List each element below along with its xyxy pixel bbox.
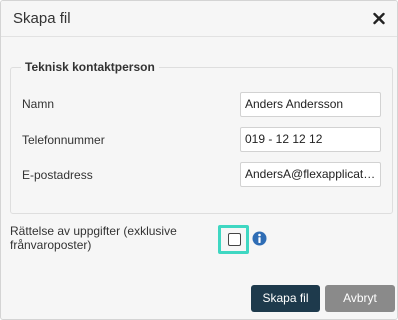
- email-label: E-postadress: [22, 168, 93, 182]
- technical-contact-fieldset: Teknisk kontaktperson Namn Anders Anders…: [10, 60, 393, 214]
- name-label: Namn: [22, 97, 55, 111]
- dialog-title: Skapa fil: [13, 10, 71, 27]
- correction-label: Rättelse av uppgifter (exklusive frånvar…: [10, 224, 177, 252]
- email-input[interactable]: AndersA@flexapplications.se: [240, 162, 381, 187]
- correction-checkbox-focus: [218, 225, 249, 254]
- close-icon[interactable]: [371, 8, 387, 28]
- phone-input[interactable]: 019 - 12 12 12: [240, 127, 381, 152]
- create-file-dialog: Skapa fil Teknisk kontaktperson Namn And…: [0, 0, 398, 320]
- technical-contact-legend: Teknisk kontaktperson: [21, 60, 159, 74]
- cancel-button[interactable]: Avbryt: [325, 285, 395, 312]
- name-input[interactable]: Anders Andersson: [240, 92, 381, 117]
- phone-label: Telefonnummer: [22, 133, 105, 147]
- dialog-title-bar: Skapa fil: [1, 1, 397, 37]
- info-icon[interactable]: [252, 231, 267, 246]
- correction-checkbox[interactable]: [228, 233, 241, 246]
- create-file-button[interactable]: Skapa fil: [251, 285, 320, 312]
